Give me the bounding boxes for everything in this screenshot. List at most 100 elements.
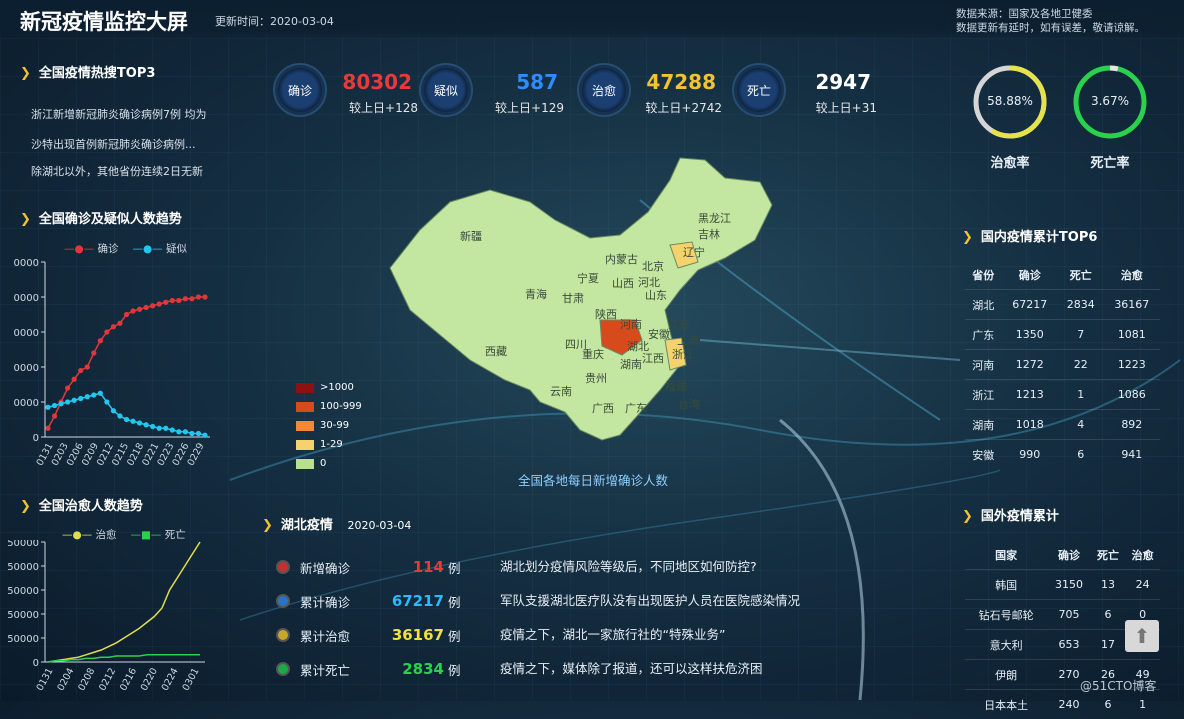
table-row[interactable]: 河南1272221223 bbox=[965, 350, 1160, 380]
table-cell: 990 bbox=[1002, 440, 1058, 470]
legend-swatch bbox=[296, 459, 314, 469]
map-legend-item[interactable]: 1-29 bbox=[296, 435, 362, 454]
data-point[interactable] bbox=[104, 329, 109, 334]
legend-confirmed[interactable]: —●— 确诊 bbox=[64, 241, 119, 256]
data-point[interactable] bbox=[202, 433, 207, 438]
data-point[interactable] bbox=[58, 401, 63, 406]
data-point[interactable] bbox=[183, 429, 188, 434]
province-label: 湖南 bbox=[620, 358, 642, 371]
status-dot-icon bbox=[278, 562, 288, 572]
table-row[interactable]: 安徽9906941 bbox=[965, 440, 1160, 470]
table-header-cell: 国家 bbox=[965, 540, 1047, 570]
hubei-news-link[interactable]: 疫情之下，媒体除了报道，还可以这样扶危济困 bbox=[500, 652, 800, 686]
data-point[interactable] bbox=[78, 368, 83, 373]
map-legend-item[interactable]: 100-999 bbox=[296, 397, 362, 416]
data-point[interactable] bbox=[111, 324, 116, 329]
data-point[interactable] bbox=[45, 405, 50, 410]
province-label: 黑龙江 bbox=[698, 212, 731, 225]
table-row[interactable]: 湖北67217283436167 bbox=[965, 290, 1160, 320]
data-point[interactable] bbox=[52, 413, 57, 418]
hubei-stat-row: 累计确诊67217例 bbox=[278, 584, 461, 618]
data-point[interactable] bbox=[183, 296, 188, 301]
table-row[interactable]: 浙江121311086 bbox=[965, 380, 1160, 410]
data-point[interactable] bbox=[130, 308, 135, 313]
stat-value: 2947 bbox=[787, 70, 871, 94]
data-point[interactable] bbox=[170, 427, 175, 432]
data-point[interactable] bbox=[196, 294, 201, 299]
trend2-chart: 5000050000500005000050000001310204020802… bbox=[0, 540, 215, 701]
province-label: 上海 bbox=[677, 333, 699, 347]
table-row[interactable]: 广东135071081 bbox=[965, 320, 1160, 350]
table-cell: 伊朗 bbox=[965, 660, 1047, 690]
china-map[interactable]: 新疆西藏青海甘肃宁夏内蒙古黑龙江吉林辽宁北京河北山西山东陕西四川重庆湖北安徽江苏… bbox=[380, 150, 780, 460]
table-header-cell: 死亡 bbox=[1058, 260, 1104, 290]
data-point[interactable] bbox=[91, 392, 96, 397]
data-point[interactable] bbox=[144, 305, 149, 310]
data-point[interactable] bbox=[72, 398, 77, 403]
province-label: 重庆 bbox=[582, 347, 604, 361]
hubei-news-link[interactable]: 军队支援湖北医疗队没有出现医护人员在医院感染情况 bbox=[500, 584, 800, 618]
data-point[interactable] bbox=[98, 391, 103, 396]
data-point[interactable] bbox=[104, 399, 109, 404]
data-point[interactable] bbox=[91, 350, 96, 355]
data-point[interactable] bbox=[157, 301, 162, 306]
data-point[interactable] bbox=[150, 424, 155, 429]
hubei-news-link[interactable]: 湖北划分疫情风险等级后，不同地区如何防控? bbox=[500, 550, 800, 584]
table-cell: 浙江 bbox=[965, 380, 1002, 410]
x-tick-label: 0216 bbox=[118, 666, 139, 693]
legend-confirmed-label: 确诊 bbox=[98, 243, 119, 255]
data-point[interactable] bbox=[176, 429, 181, 434]
data-point[interactable] bbox=[202, 294, 207, 299]
data-point[interactable] bbox=[137, 420, 142, 425]
data-point[interactable] bbox=[176, 298, 181, 303]
data-point[interactable] bbox=[117, 321, 122, 326]
province-label: 内蒙古 bbox=[605, 252, 638, 266]
map-legend-item[interactable]: >1000 bbox=[296, 378, 362, 397]
hot-search-item[interactable]: 沙特出现首例新冠肺炎确诊病例... bbox=[31, 136, 211, 152]
table-row[interactable]: 湖南10184892 bbox=[965, 410, 1160, 440]
data-point[interactable] bbox=[157, 426, 162, 431]
data-point[interactable] bbox=[85, 364, 90, 369]
data-point[interactable] bbox=[196, 431, 201, 436]
data-point[interactable] bbox=[163, 426, 168, 431]
legend-label: 1-29 bbox=[320, 439, 343, 450]
data-point[interactable] bbox=[72, 377, 77, 382]
x-tick-label: 0301 bbox=[181, 666, 202, 693]
data-point[interactable] bbox=[124, 312, 129, 317]
data-point[interactable] bbox=[189, 431, 194, 436]
x-tick-label: 0208 bbox=[76, 666, 97, 693]
legend-suspected[interactable]: —●— 疑似 bbox=[133, 241, 188, 256]
hot-search-item[interactable]: 浙江新增新冠肺炎确诊病例7例 均为 bbox=[31, 106, 211, 122]
table-row[interactable]: 韩国31501324 bbox=[965, 570, 1160, 600]
map-legend-item[interactable]: 30-99 bbox=[296, 416, 362, 435]
hubei-news: 湖北划分疫情风险等级后，不同地区如何防控?军队支援湖北医疗队没有出现医护人员在医… bbox=[500, 550, 800, 686]
data-point[interactable] bbox=[85, 394, 90, 399]
province-label: 新疆 bbox=[460, 229, 482, 243]
data-point[interactable] bbox=[163, 300, 168, 305]
data-point[interactable] bbox=[130, 419, 135, 424]
map-legend-item[interactable]: 0 bbox=[296, 454, 362, 473]
table-cell: 湖北 bbox=[965, 290, 1002, 320]
data-point[interactable] bbox=[98, 338, 103, 343]
hubei-news-link[interactable]: 疫情之下，湖北一家旅行社的“特殊业务” bbox=[500, 618, 800, 652]
table-cell: 24 bbox=[1125, 570, 1160, 600]
data-point[interactable] bbox=[170, 298, 175, 303]
data-point[interactable] bbox=[65, 385, 70, 390]
data-point[interactable] bbox=[52, 403, 57, 408]
map-caption: 全国各地每日新增确诊人数 bbox=[518, 470, 668, 489]
data-point[interactable] bbox=[150, 303, 155, 308]
hot-search-item[interactable]: 除湖北以外，其他省份连续2日无新 bbox=[31, 163, 211, 179]
data-point[interactable] bbox=[189, 296, 194, 301]
table-cell: 湖南 bbox=[965, 410, 1002, 440]
data-point[interactable] bbox=[124, 417, 129, 422]
data-point[interactable] bbox=[78, 396, 83, 401]
data-point[interactable] bbox=[144, 422, 149, 427]
province-label: 陕西 bbox=[595, 307, 617, 321]
back-to-top-button[interactable]: ⬆ bbox=[1125, 620, 1159, 652]
data-point[interactable] bbox=[45, 426, 50, 431]
table-cell: 1018 bbox=[1002, 410, 1058, 440]
data-point[interactable] bbox=[117, 413, 122, 418]
data-point[interactable] bbox=[65, 399, 70, 404]
data-point[interactable] bbox=[111, 408, 116, 413]
data-point[interactable] bbox=[137, 307, 142, 312]
